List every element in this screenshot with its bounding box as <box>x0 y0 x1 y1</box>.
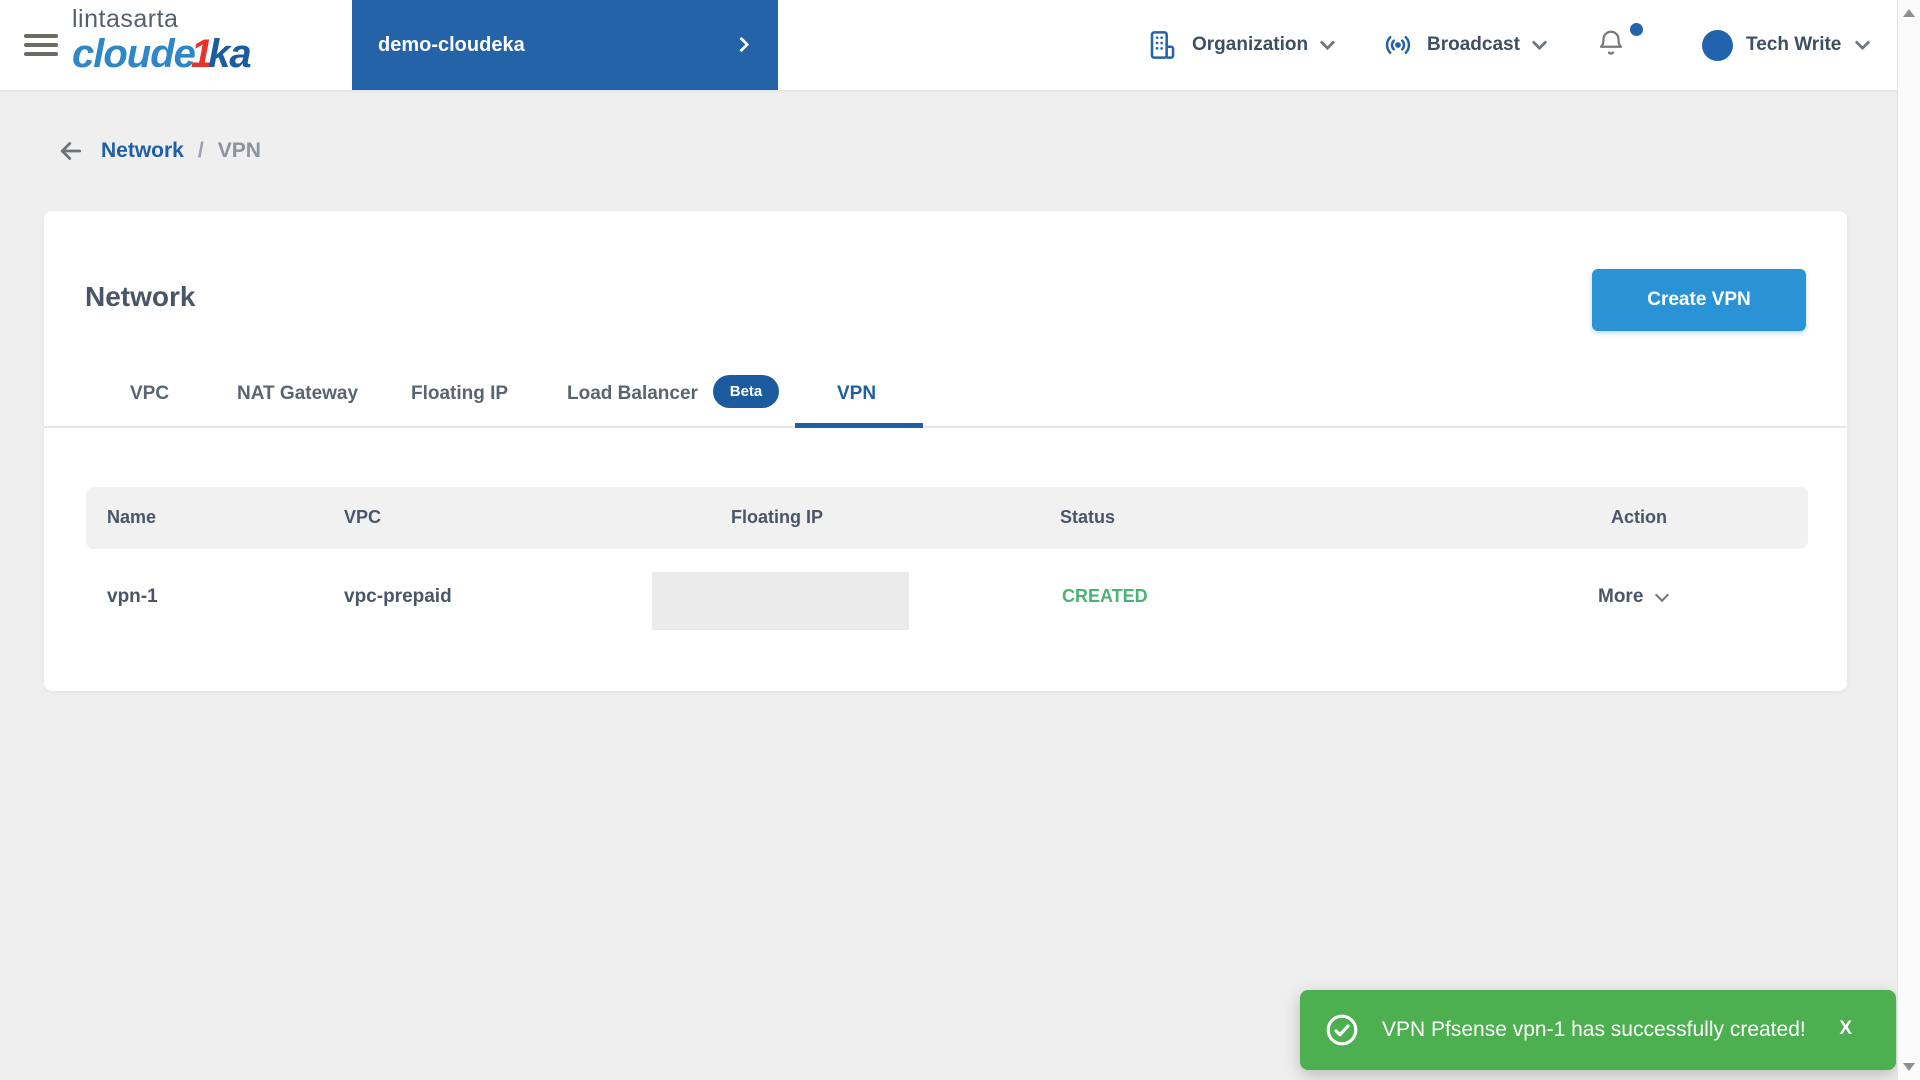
tab-load-balancer[interactable]: Load Balancer <box>567 383 698 405</box>
tab-nat-gateway[interactable]: NAT Gateway <box>237 383 358 405</box>
broadcast-menu[interactable]: Broadcast <box>1383 0 1548 90</box>
column-header-status: Status <box>1060 507 1116 527</box>
breadcrumb: Network / VPN <box>55 136 261 166</box>
scroll-up-arrow-icon[interactable] <box>1903 9 1915 17</box>
organization-building-icon <box>1150 31 1175 59</box>
scroll-down-arrow-icon[interactable] <box>1903 1063 1915 1071</box>
toast-close-button[interactable]: X <box>1839 1018 1852 1040</box>
chevron-down-icon <box>1319 34 1336 50</box>
broadcast-label: Broadcast <box>1427 34 1520 55</box>
notification-badge <box>1630 23 1643 36</box>
back-arrow-icon[interactable] <box>55 136 87 166</box>
organization-menu[interactable]: Organization <box>1146 0 1336 90</box>
tab-vpn[interactable]: VPN <box>837 383 876 405</box>
chevron-down-icon <box>1855 34 1871 50</box>
user-menu[interactable]: Tech Write <box>1746 0 1871 90</box>
success-toast: VPN Pfsense vpn-1 has successfully creat… <box>1300 990 1896 1070</box>
floating-ip-placeholder <box>652 572 909 630</box>
menu-icon[interactable] <box>24 34 58 58</box>
notifications-button[interactable] <box>1596 23 1644 67</box>
page-title: Network <box>85 281 196 312</box>
broadcast-icon <box>1385 36 1411 54</box>
column-header-name: Name <box>107 507 157 527</box>
cell-vpn-name: vpn-1 <box>107 586 158 607</box>
cell-vpc-name: vpc-prepaid <box>344 586 452 607</box>
network-card: Network Create VPN VPC NAT Gateway Float… <box>44 211 1847 691</box>
top-bar: lintasarta cloude1ka demo-cloudeka Organ… <box>0 0 1920 90</box>
project-name: demo-cloudeka <box>378 33 525 56</box>
beta-badge: Beta <box>713 375 779 408</box>
chevron-right-icon <box>733 36 750 53</box>
tabs-divider <box>44 426 1847 428</box>
chevron-down-icon <box>1655 587 1670 602</box>
create-vpn-button[interactable]: Create VPN <box>1592 269 1806 331</box>
breadcrumb-current: VPN <box>217 139 261 162</box>
tab-floating-ip[interactable]: Floating IP <box>411 383 508 405</box>
user-avatar[interactable] <box>1702 30 1733 61</box>
column-header-floating-ip: Floating IP <box>731 507 823 527</box>
active-tab-indicator <box>795 423 923 428</box>
more-label: More <box>1598 586 1644 607</box>
status-badge: CREATED <box>1062 586 1148 606</box>
more-actions-button[interactable]: More <box>1598 586 1670 608</box>
page-scrollbar[interactable] <box>1897 0 1920 1080</box>
chevron-down-icon <box>1531 34 1548 50</box>
lintasarta-cloudeka-logo: lintasarta cloude1ka <box>72 5 252 76</box>
project-selector[interactable]: demo-cloudeka <box>352 0 778 90</box>
toast-message: VPN Pfsense vpn-1 has successfully creat… <box>1382 1018 1806 1041</box>
notification-bell-icon <box>1599 30 1623 55</box>
success-check-icon <box>1324 1012 1360 1048</box>
logo-cloudeka-text: cloude1ka <box>72 32 252 76</box>
column-header-action: Action <box>1611 507 1667 527</box>
breadcrumb-separator: / <box>197 139 204 162</box>
logo-lintasarta-text: lintasarta <box>72 5 179 33</box>
organization-label: Organization <box>1192 34 1309 55</box>
column-header-vpc: VPC <box>344 507 382 527</box>
tab-vpc[interactable]: VPC <box>130 383 169 405</box>
user-name: Tech Write <box>1746 34 1842 55</box>
breadcrumb-network-link[interactable]: Network <box>101 139 184 163</box>
